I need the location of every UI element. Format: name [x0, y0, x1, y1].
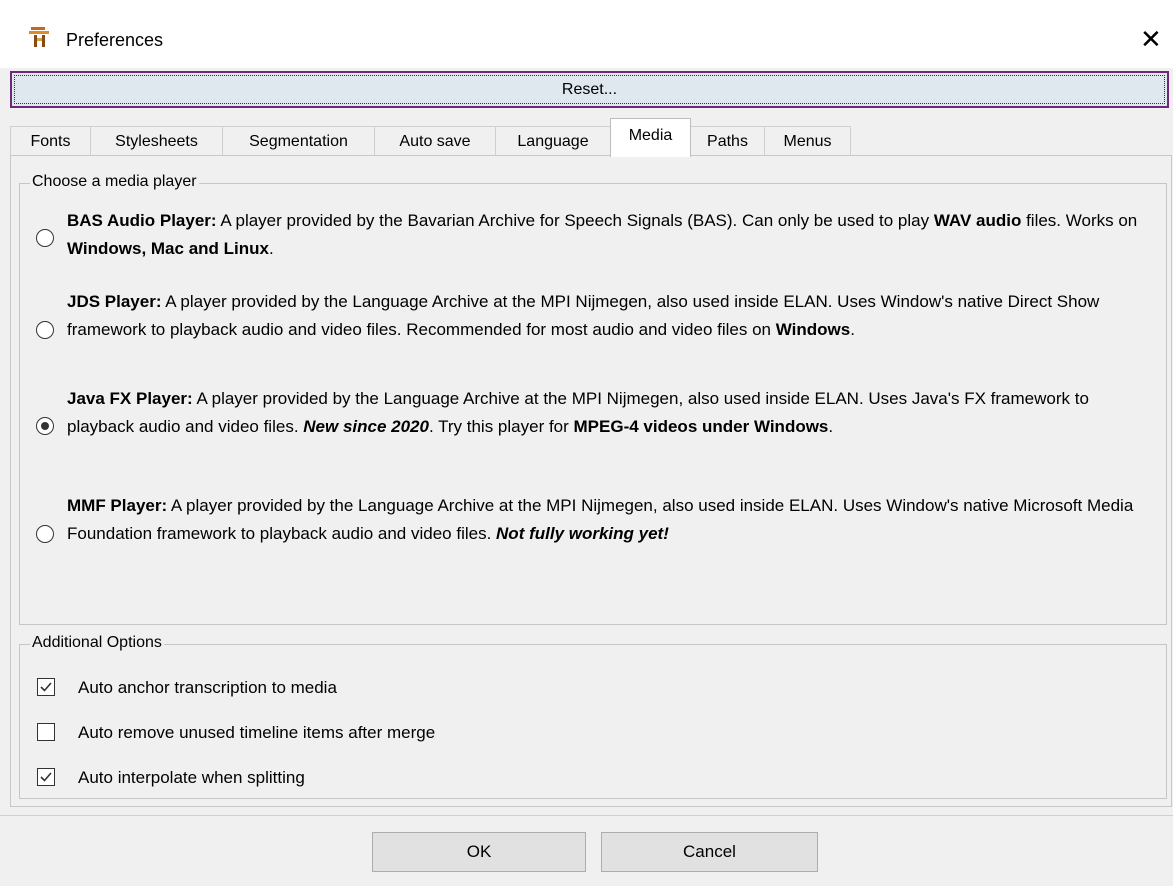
auto-remove-unused-checkbox[interactable]	[37, 723, 55, 741]
tab-paths[interactable]: Paths	[690, 126, 765, 156]
elan-app-icon	[29, 27, 49, 47]
auto-anchor-checkbox[interactable]	[37, 678, 55, 696]
media-player-group-title: Choose a media player	[30, 173, 199, 191]
additional-options-group-title: Additional Options	[30, 634, 164, 652]
tab-fonts[interactable]: Fonts	[10, 126, 91, 156]
ok-button[interactable]: OK	[372, 832, 586, 872]
additional-options-group: Additional Options Auto anchor transcrip…	[19, 634, 1167, 799]
media-player-group: Choose a media player BAS Audio Player: …	[19, 173, 1167, 625]
jds-player-radio[interactable]	[36, 321, 54, 339]
tab-language[interactable]: Language	[495, 126, 611, 156]
tab-menus[interactable]: Menus	[764, 126, 851, 156]
auto-interpolate-checkbox[interactable]	[37, 768, 55, 786]
bas-player-radio[interactable]	[36, 229, 54, 247]
tab-segmentation[interactable]: Segmentation	[222, 126, 375, 156]
jds-player-text: JDS Player: A player provided by the Lan…	[67, 292, 1100, 339]
mmf-player-radio[interactable]	[36, 525, 54, 543]
media-tab-panel: Choose a media player BAS Audio Player: …	[10, 155, 1172, 807]
bas-player-text: BAS Audio Player: A player provided by t…	[67, 211, 1138, 258]
tab-stylesheets[interactable]: Stylesheets	[90, 126, 223, 156]
mmf-player-text: MMF Player: A player provided by the Lan…	[67, 496, 1134, 543]
window-title: Preferences	[66, 30, 164, 50]
javafx-player-text: Java FX Player: A player provided by the…	[67, 389, 1089, 436]
javafx-player-radio[interactable]	[36, 417, 54, 435]
close-icon[interactable]: ✕	[1140, 26, 1162, 52]
auto-interpolate-label[interactable]: Auto interpolate when splitting	[78, 768, 305, 788]
auto-remove-unused-label[interactable]: Auto remove unused timeline items after …	[78, 723, 435, 743]
cancel-button[interactable]: Cancel	[601, 832, 818, 872]
reset-button[interactable]: Reset...	[10, 71, 1169, 108]
auto-anchor-label[interactable]: Auto anchor transcription to media	[78, 678, 337, 698]
reset-button-label: Reset...	[561, 81, 618, 98]
tab-media[interactable]: Media	[610, 118, 691, 157]
title-bar: Preferences ✕	[0, 0, 1173, 68]
footer-separator	[0, 815, 1173, 816]
tab-auto-save[interactable]: Auto save	[374, 126, 496, 156]
